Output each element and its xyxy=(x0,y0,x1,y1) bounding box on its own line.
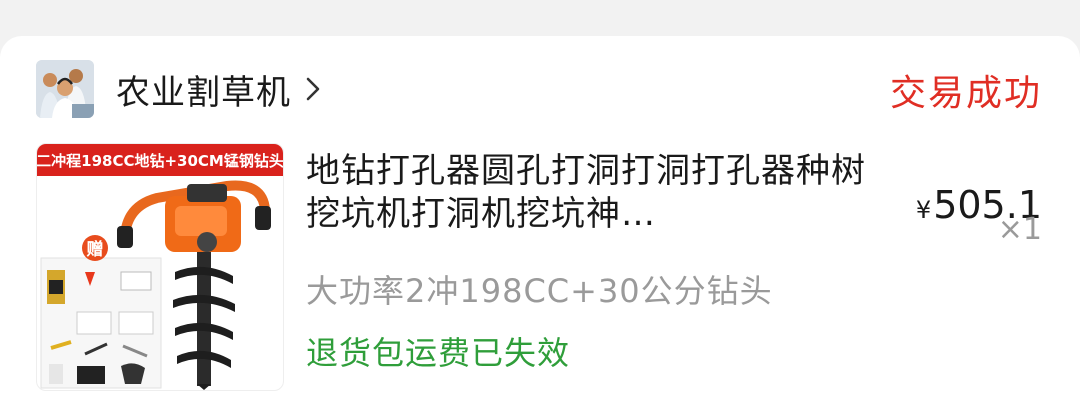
product-quantity: ×1 xyxy=(997,212,1042,247)
order-status: 交易成功 xyxy=(889,73,1042,114)
price-symbol: ¥ xyxy=(915,196,932,224)
store-name[interactable]: 农业割草机 xyxy=(116,65,291,114)
order-card[interactable]: 农业割草机 交易成功 二冲程198CC地钻+30CM锰钢钻头 赠 地钻打孔器圆孔… xyxy=(0,36,1080,411)
earth-auger-product-image: 赠 xyxy=(40,180,271,390)
chevron-right-icon[interactable] xyxy=(303,74,323,104)
product-spec: 大功率2冲198CC+30公分钻头 xyxy=(306,272,773,310)
thumbnail-banner: 二冲程198CC地钻+30CM锰钢钻头 xyxy=(37,144,283,176)
store-header[interactable]: 农业割草机 xyxy=(36,60,323,118)
product-thumbnail[interactable]: 二冲程198CC地钻+30CM锰钢钻头 赠 xyxy=(36,143,284,391)
gift-badge: 赠 xyxy=(87,239,104,260)
return-shipping-notice: 退货包运费已失效 xyxy=(306,334,571,372)
product-title[interactable]: 地钻打孔器圆孔打洞打洞打孔器种树挖坑机打洞机挖坑神… xyxy=(306,150,866,236)
customer-service-avatar-icon xyxy=(36,60,94,118)
